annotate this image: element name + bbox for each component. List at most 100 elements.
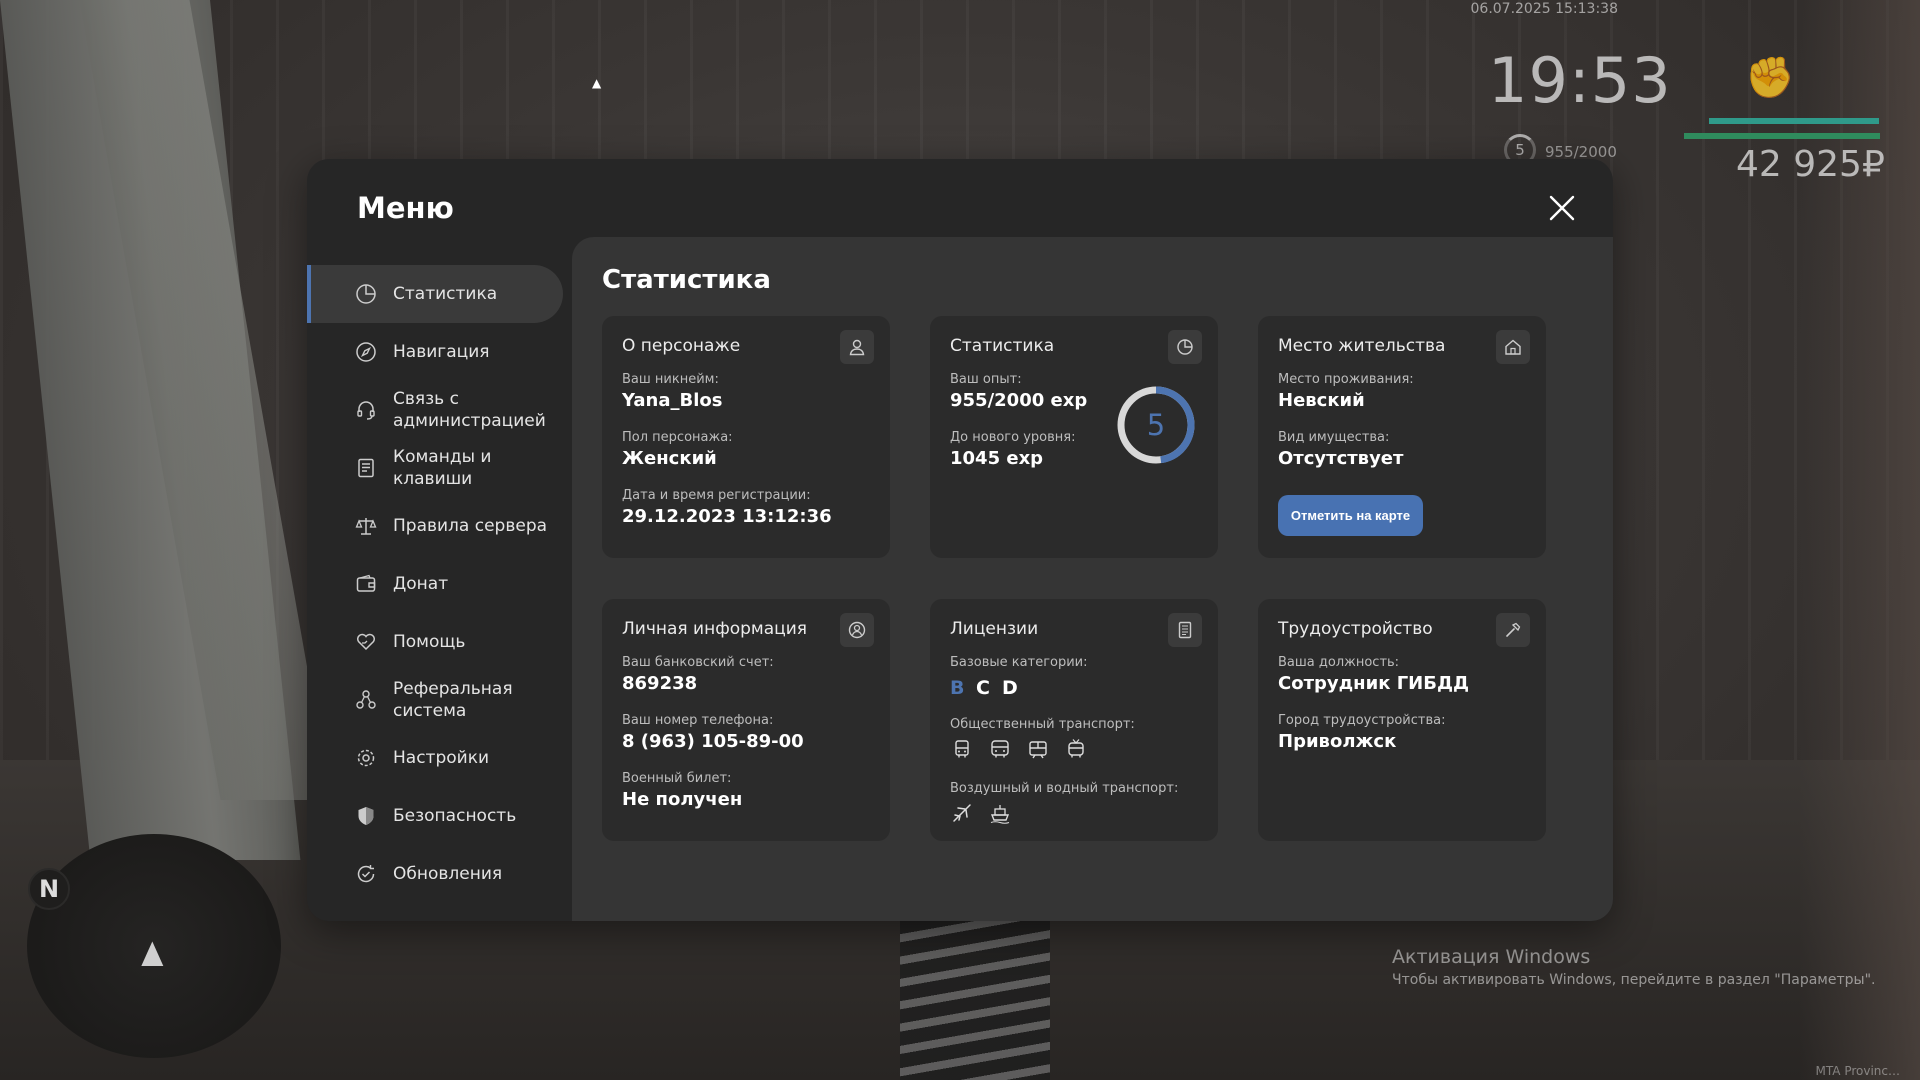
exp-value: 955/2000 exp xyxy=(950,390,1088,411)
card-licenses: Лицензии Базовые категории: B C D Общест… xyxy=(930,599,1218,841)
card-title: Статистика xyxy=(950,336,1055,356)
gender-label: Пол персонажа: xyxy=(622,430,733,445)
close-button[interactable] xyxy=(1547,193,1577,223)
scales-icon xyxy=(355,515,377,537)
residence-label: Место проживания: xyxy=(1278,372,1414,387)
sidebar-item-label: Реферальная система xyxy=(393,679,513,721)
sidebar-item-label: Связь с администрацией xyxy=(393,389,546,431)
sidebar-item-label: Команды и клавиши xyxy=(393,447,492,489)
card-personal-info: Личная информация Ваш банковский счет: 8… xyxy=(602,599,890,841)
property-label: Вид имущества: xyxy=(1278,430,1390,445)
residence-value: Невский xyxy=(1278,390,1365,411)
card-statistics: Статистика Ваш опыт: 955/2000 exp До нов… xyxy=(930,316,1218,558)
coach-icon xyxy=(988,737,1012,761)
public-transport-label: Общественный транспорт: xyxy=(950,717,1135,732)
sidebar-item-admin-contact[interactable]: Связь с администрацией xyxy=(307,381,563,439)
sidebar-item-referral[interactable]: Реферальная система xyxy=(307,671,563,729)
license-category-c: C xyxy=(976,677,990,699)
position-value: Сотрудник ГИБДД xyxy=(1278,673,1470,694)
card-character: О персонаже Ваш никнейм: Yana_Blos Пол п… xyxy=(602,316,890,558)
id-card-icon xyxy=(1168,613,1202,647)
world-character-legs xyxy=(900,920,1050,1080)
shield-icon xyxy=(355,805,377,827)
menu-window: Меню Статистика Навигация Связь с админи… xyxy=(307,159,1613,921)
fist-icon: ✊ xyxy=(1745,55,1795,101)
gender-value: Женский xyxy=(622,448,717,469)
sidebar-item-statistics[interactable]: Статистика xyxy=(307,265,563,323)
nickname-label: Ваш никнейм: xyxy=(622,372,719,387)
bank-account-value: 869238 xyxy=(622,673,698,694)
card-title: Место жительства xyxy=(1278,336,1446,356)
sidebar-item-label: Обновления xyxy=(393,864,503,884)
trolleybus-icon xyxy=(1064,737,1088,761)
section-title: Статистика xyxy=(602,265,771,295)
next-level-value: 1045 exp xyxy=(950,448,1044,469)
boat-icon xyxy=(988,801,1012,825)
job-city-value: Приволжск xyxy=(1278,731,1397,752)
menu-title: Меню xyxy=(357,191,454,225)
radar-north-marker: N xyxy=(28,868,70,910)
network-icon xyxy=(355,689,377,711)
hammer-icon xyxy=(1496,613,1530,647)
sidebar-item-label: Помощь xyxy=(393,632,466,652)
base-categories-label: Базовые категории: xyxy=(950,655,1088,670)
sidebar-item-label: Навигация xyxy=(393,342,490,362)
mta-server-tag: MTA Provinc… xyxy=(1815,1064,1900,1078)
phone-label: Ваш номер телефона: xyxy=(622,713,774,728)
phone-value: 8 (963) 105-89-00 xyxy=(622,731,804,752)
pie-chart-icon xyxy=(1168,330,1202,364)
card-title: Личная информация xyxy=(622,619,808,639)
windows-activation-title: Активация Windows xyxy=(1392,946,1591,968)
pie-chart-icon xyxy=(355,283,377,305)
property-value: Отсутствует xyxy=(1278,448,1404,469)
document-icon xyxy=(355,457,377,479)
air-water-transport-label: Воздушный и водный транспорт: xyxy=(950,781,1179,796)
house-icon xyxy=(1496,330,1530,364)
hud-datetime: 06.07.2025 15:13:38 xyxy=(1470,1,1619,17)
card-title: Лицензии xyxy=(950,619,1039,639)
card-title: О персонаже xyxy=(622,336,741,356)
sidebar-item-label: Безопасность xyxy=(393,806,517,826)
content-panel: Статистика О персонаже Ваш никнейм: Yana… xyxy=(572,237,1613,921)
nickname-value: Yana_Blos xyxy=(622,390,723,411)
heart-hand-icon xyxy=(355,631,377,653)
sidebar-item-label: Донат xyxy=(393,574,449,594)
registration-label: Дата и время регистрации: xyxy=(622,488,811,503)
mark-on-map-button[interactable]: Отметить на карте xyxy=(1278,495,1423,536)
hud-health-bar xyxy=(1684,133,1880,139)
exp-label: Ваш опыт: xyxy=(950,372,1022,387)
card-residence: Место жительства Место проживания: Невск… xyxy=(1258,316,1546,558)
license-category-b: B xyxy=(950,677,965,699)
public-transport-icons xyxy=(950,737,1088,761)
card-employment: Трудоустройство Ваша должность: Сотрудни… xyxy=(1258,599,1546,841)
sidebar-item-navigation[interactable]: Навигация xyxy=(307,323,563,381)
sidebar-item-settings[interactable]: Настройки xyxy=(307,729,563,787)
registration-value: 29.12.2023 13:12:36 xyxy=(622,506,832,527)
sidebar-item-updates[interactable]: Обновления xyxy=(307,845,563,903)
sidebar-item-donate[interactable]: Донат xyxy=(307,555,563,613)
job-city-label: Город трудоустройства: xyxy=(1278,713,1446,728)
player-arrow-icon: ▲ xyxy=(141,932,164,970)
hud-armor-bar xyxy=(1709,118,1879,124)
wallet-icon xyxy=(355,573,377,595)
position-label: Ваша должность: xyxy=(1278,655,1400,670)
close-icon xyxy=(1549,195,1575,221)
user-icon xyxy=(840,330,874,364)
hud-clock: 19:53 xyxy=(1488,44,1672,117)
sidebar-item-rules[interactable]: Правила сервера xyxy=(307,497,563,555)
sidebar-item-commands[interactable]: Команды и клавиши xyxy=(307,439,563,497)
sidebar-item-label: Настройки xyxy=(393,748,490,768)
bus-icon xyxy=(950,737,974,761)
refresh-check-icon xyxy=(355,863,377,885)
military-id-label: Военный билет: xyxy=(622,771,732,786)
headset-icon xyxy=(355,399,377,421)
hud-money: 42 925₽ xyxy=(1736,144,1885,185)
sidebar-item-security[interactable]: Безопасность xyxy=(307,787,563,845)
air-water-transport-icons xyxy=(950,801,1012,825)
sidebar-item-help[interactable]: Помощь xyxy=(307,613,563,671)
card-title: Трудоустройство xyxy=(1278,619,1433,639)
windows-activation-subtitle: Чтобы активировать Windows, перейдите в … xyxy=(1392,972,1876,988)
user-circle-icon xyxy=(840,613,874,647)
sidebar-item-label: Статистика xyxy=(393,284,498,304)
plane-icon xyxy=(950,801,974,825)
